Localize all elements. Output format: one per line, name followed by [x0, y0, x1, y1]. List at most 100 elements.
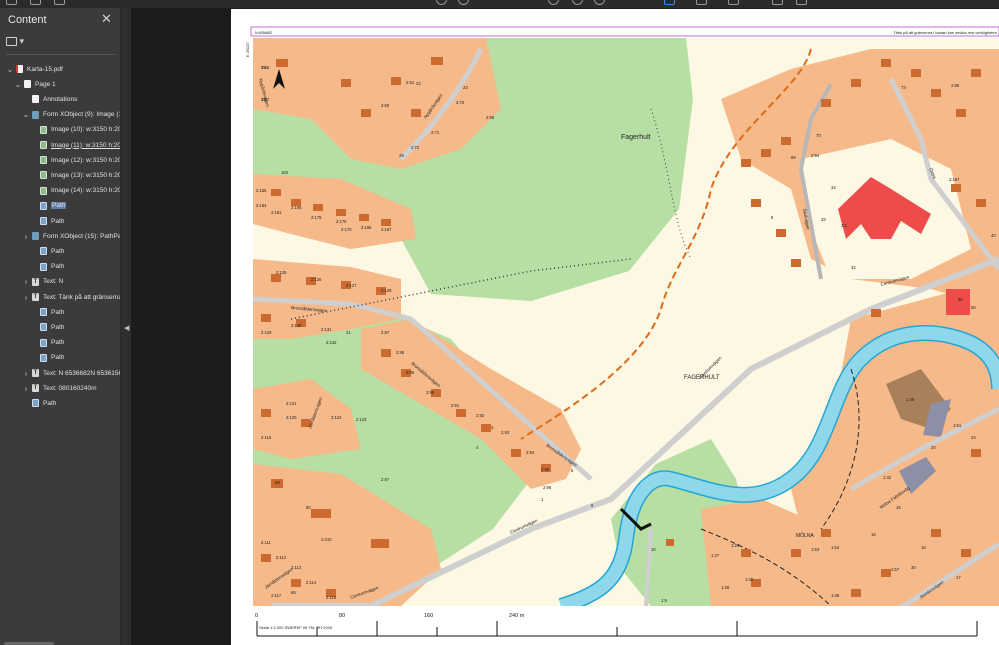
rotate-icon[interactable]	[548, 0, 559, 5]
fit-page-icon[interactable]	[572, 0, 583, 5]
tree-item[interactable]: › T Text: N 6536682N 6536156	[22, 366, 120, 380]
zoom-in-icon[interactable]	[458, 0, 469, 5]
tree-item-label: Path	[51, 308, 65, 316]
search-icon[interactable]	[54, 0, 65, 5]
scale-tick-160: 160	[424, 613, 433, 619]
list-options-icon	[6, 37, 17, 47]
chevron-down-icon[interactable]: ⌄	[14, 80, 22, 89]
tree-item-label: Path	[51, 217, 65, 225]
parcel-label: 2:89	[406, 370, 415, 375]
tree-item[interactable]: Image (14): w:3150 h:2071	[30, 184, 120, 198]
parcel-label: 2:94	[526, 450, 535, 455]
tree-item[interactable]: Path	[22, 396, 56, 410]
chevron-right-icon[interactable]: ›	[22, 277, 30, 286]
collapse-panel-icon[interactable]: ◀	[124, 324, 129, 332]
parcel-label: 68	[791, 155, 796, 160]
parcel-label: 1:30	[745, 577, 754, 582]
chevron-down-icon[interactable]: ⌄	[6, 65, 14, 74]
map-header-frame	[250, 26, 999, 37]
tools-icon[interactable]	[30, 0, 41, 5]
tree-item[interactable]: ⌄ Form XObject (9): Image (10): \	[22, 108, 120, 122]
header-coordinate: N 6536682	[255, 31, 272, 35]
tree-item[interactable]: › T Text: 080160240m	[22, 381, 97, 395]
close-icon[interactable]: ✕	[101, 11, 112, 27]
tree-item[interactable]: ⌄ Page 1	[14, 77, 56, 91]
star-icon[interactable]	[6, 0, 17, 5]
image-icon	[40, 186, 47, 195]
tree-item[interactable]: Annotations	[22, 92, 77, 106]
pdf-page: N 6536682 Tänk på att gränserna i kartan…	[231, 9, 999, 645]
zoom-out-icon[interactable]	[436, 0, 447, 5]
tree-item[interactable]: › T Text: Tänk på att gränserna	[22, 290, 120, 304]
tree-item[interactable]: Path	[30, 214, 64, 228]
tree-item[interactable]: › T Text: N	[22, 275, 64, 289]
image-icon	[40, 156, 47, 165]
tree-item[interactable]: ⌄ Karta-15.pdf	[6, 62, 63, 76]
place-molna: MÖLNA	[796, 532, 814, 539]
text-icon: T	[32, 293, 39, 301]
path-icon	[40, 201, 47, 210]
tree-item[interactable]: Image (12): w:3150 h:2071	[30, 153, 120, 167]
parcel-label: 1:28	[721, 585, 730, 590]
parcel-label: 2:71	[431, 130, 440, 135]
path-icon	[40, 338, 47, 347]
panel-splitter[interactable]: ◀	[121, 8, 131, 645]
chevron-right-icon[interactable]: ›	[22, 232, 30, 241]
tree-item[interactable]: Path	[30, 320, 64, 334]
parcel-label: 2:93	[501, 430, 510, 435]
comment-icon[interactable]	[696, 0, 707, 5]
parcel-label: 163	[281, 170, 289, 175]
tree-item[interactable]: Path	[30, 351, 64, 365]
path-icon	[40, 323, 47, 332]
map-image[interactable]: N 6536682 Tänk på att gränserna i kartan…	[231, 9, 999, 645]
parcel-label: 2:96	[543, 485, 552, 490]
full-screen-icon[interactable]	[594, 0, 605, 5]
share-icon[interactable]	[772, 0, 783, 5]
tree-item[interactable]: › Form XObject (15): PathPat	[22, 229, 120, 243]
parcel-label: 65	[291, 590, 296, 595]
tree-item[interactable]: Image (10): w:3150 h:2071	[30, 123, 120, 137]
image-icon	[40, 125, 47, 134]
parcel-label: 10	[651, 547, 656, 552]
parcel-label: 17	[956, 575, 961, 580]
pdf-file-icon	[16, 65, 23, 73]
tree-item[interactable]: Image (13): w:3150 h:2071	[30, 168, 120, 182]
chevron-right-icon[interactable]: ›	[22, 384, 30, 393]
chevron-down-icon[interactable]: ⌄	[22, 110, 30, 119]
highlight-icon[interactable]	[728, 0, 739, 5]
parcel-label: 2:126	[311, 277, 322, 282]
tree-item[interactable]: Path	[30, 244, 64, 258]
chevron-right-icon[interactable]: ›	[22, 369, 30, 378]
map-content	[253, 38, 999, 606]
tree-item-label: Text: N	[43, 278, 64, 286]
panel-options-button[interactable]: ▾	[6, 36, 28, 48]
parcel-label: 75	[261, 65, 266, 70]
parcel-label: 2:95	[541, 467, 550, 472]
panel-divider	[6, 54, 116, 55]
parcel-label: 2:92	[476, 413, 485, 418]
parcel-label: 40	[991, 233, 996, 238]
form-xobject-icon	[32, 110, 39, 119]
tree-item-label: Path	[51, 354, 65, 362]
path-icon	[40, 217, 47, 225]
parcel-label: 1:29	[731, 543, 740, 548]
parcel-label: 24	[971, 435, 976, 440]
parcel-label: 1:9	[661, 598, 667, 603]
tree-item[interactable]: Image (11): w:3150 h:2071	[30, 138, 120, 152]
parcel-label: 2:128	[381, 288, 392, 293]
chevron-right-icon[interactable]: ›	[22, 293, 30, 302]
tree-item[interactable]: Path	[30, 305, 64, 319]
tree-item[interactable]: Path	[30, 199, 67, 213]
parcel-label: 2:170	[341, 227, 352, 232]
tree-item[interactable]: Path	[30, 336, 64, 350]
parcel-label: 2:131	[321, 327, 332, 332]
text-icon: T	[32, 384, 39, 393]
parcel-label: 1:27	[711, 553, 720, 558]
parcel-label: 33	[821, 217, 826, 222]
tree-item[interactable]: Path	[30, 260, 64, 274]
select-tool-icon[interactable]	[664, 0, 675, 5]
path-icon	[40, 247, 47, 256]
more-icon[interactable]	[796, 0, 807, 5]
image-icon	[40, 141, 47, 149]
parcel-label: 2:167	[381, 227, 392, 232]
